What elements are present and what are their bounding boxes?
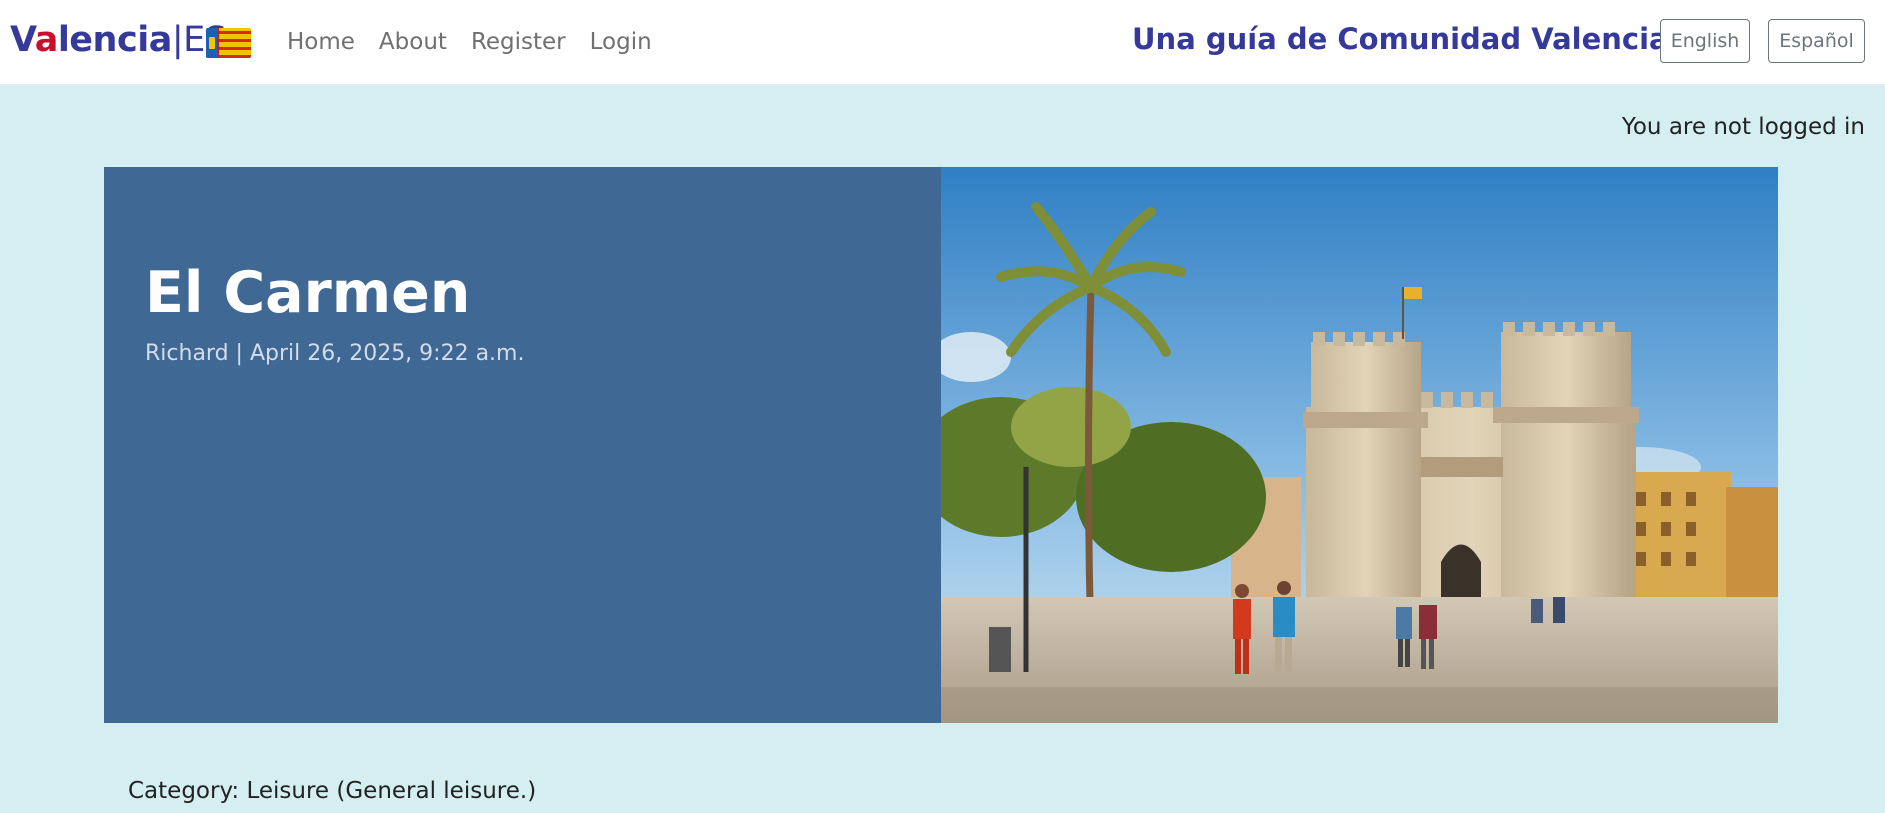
nav-about-link[interactable]: About (379, 24, 447, 60)
main-nav: Home About Register Login (287, 24, 652, 60)
post-meta: Richard | April 26, 2025, 9:22 a.m. (145, 341, 525, 366)
navbar: Valencia|ES Home About Register Login Un… (0, 0, 1885, 85)
post-image (941, 167, 1778, 723)
nav-register-link[interactable]: Register (471, 24, 566, 60)
brand-letter-v: V (10, 20, 35, 60)
valencian-flag-icon (206, 28, 251, 58)
hero-text-panel: El Carmen Richard | April 26, 2025, 9:22… (104, 167, 941, 723)
post-category: Category: Leisure (General leisure.) (128, 778, 537, 804)
serranos-towers-illustration (941, 167, 1778, 723)
nav-home-link[interactable]: Home (287, 24, 355, 60)
english-language-button[interactable]: English (1660, 19, 1750, 63)
login-status: You are not logged in (1621, 114, 1865, 140)
brand-lencia: lencia (57, 20, 173, 60)
spanish-language-button[interactable]: Español (1768, 19, 1865, 63)
post-hero: El Carmen Richard | April 26, 2025, 9:22… (104, 167, 1778, 723)
nav-login-link[interactable]: Login (590, 24, 652, 60)
post-title: El Carmen (145, 260, 471, 326)
site-tagline: Una guía de Comunidad Valenciana | (1132, 22, 1730, 56)
brand-letter-a: a (34, 20, 59, 60)
brand-logo[interactable]: Valencia|ES (10, 16, 227, 64)
